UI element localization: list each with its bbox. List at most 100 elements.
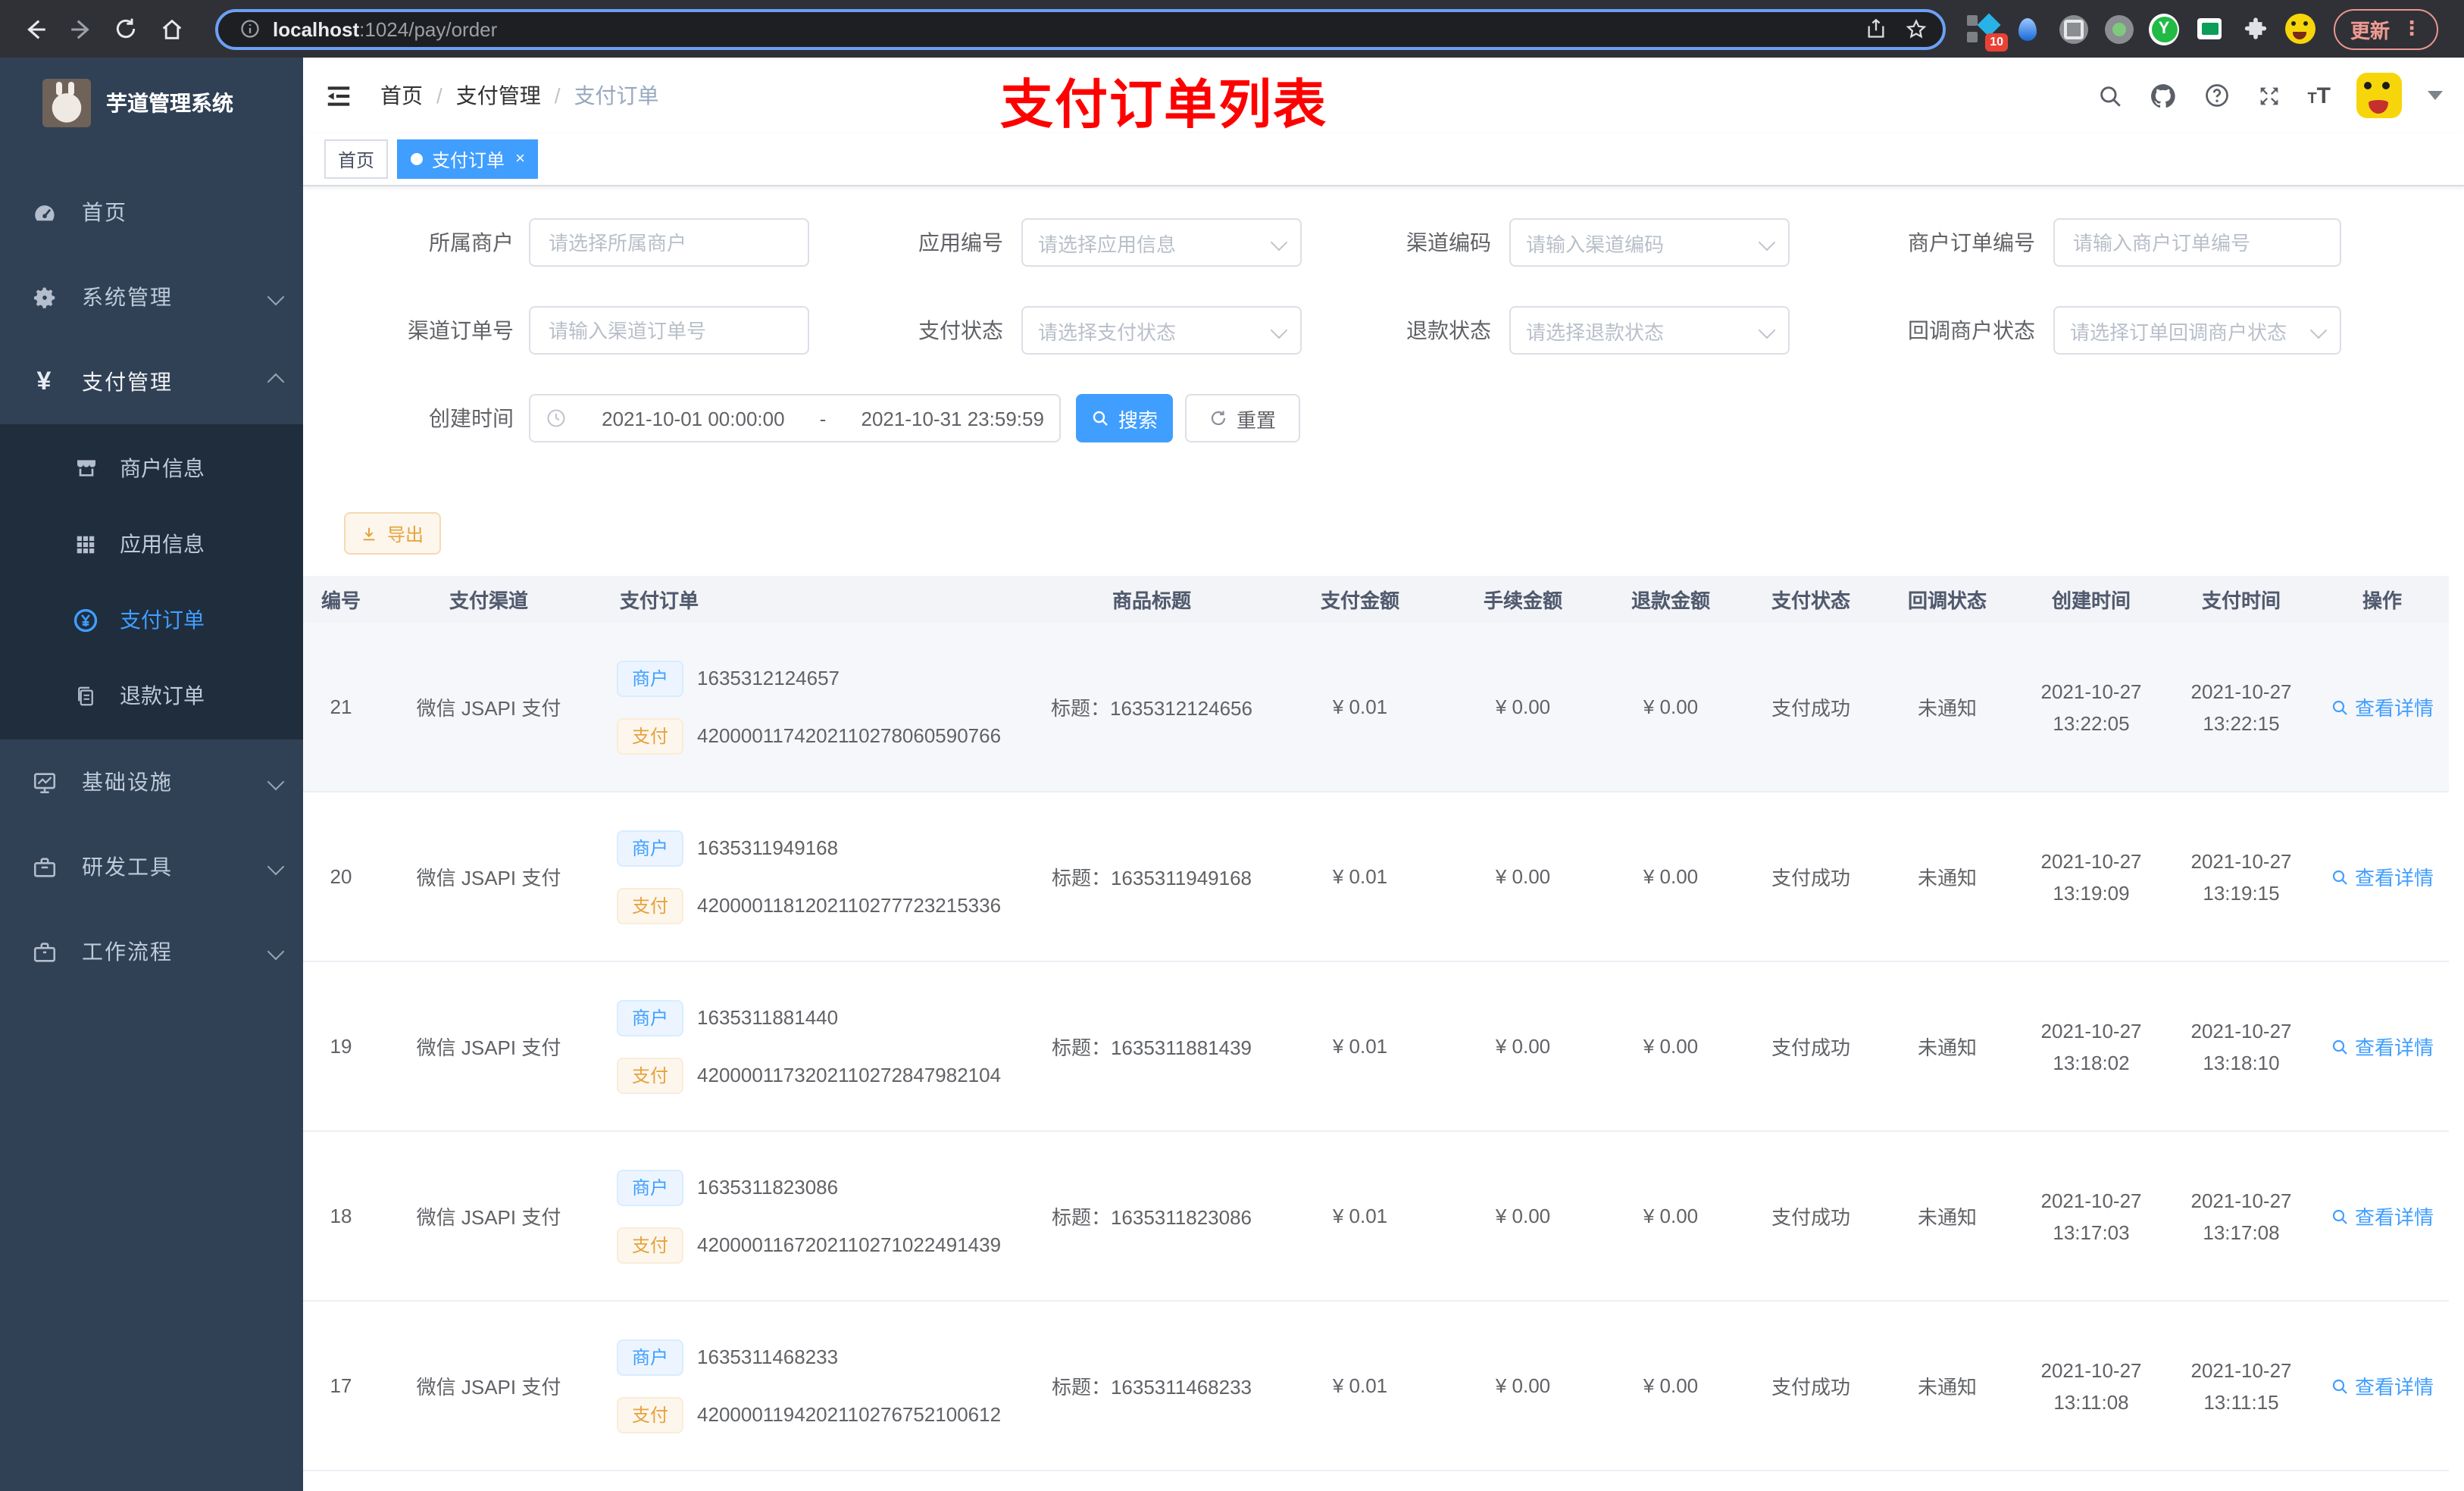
merchant-input-field[interactable] <box>546 230 793 255</box>
sidebar-item-infrastructure[interactable]: 基础设施 <box>0 739 303 824</box>
avatar[interactable] <box>2356 73 2402 118</box>
cell-action <box>2315 1471 2449 1491</box>
col-header-id: 编号 <box>303 576 379 623</box>
extension-y-icon[interactable]: Y <box>2149 13 2179 45</box>
url-bar[interactable]: localhost :1024/pay/order <box>215 8 1946 49</box>
sidebar-item-workflow[interactable]: 工作流程 <box>0 909 303 994</box>
channel-order-no-input[interactable] <box>529 306 809 355</box>
extension-record-icon[interactable] <box>2103 14 2134 44</box>
help-icon[interactable] <box>2203 82 2230 109</box>
cell-fee: ¥ 0.00 <box>1447 961 1599 1132</box>
app-logo-row[interactable]: 芋道管理系统 <box>0 58 303 148</box>
extension-command-icon[interactable] <box>2058 14 2088 44</box>
app-select[interactable]: 请选择应用信息 <box>1021 218 1302 267</box>
merchant-order-no-field[interactable] <box>2070 230 2325 255</box>
tab-pay-order[interactable]: 支付订单 × <box>397 139 539 179</box>
breadcrumb-payment[interactable]: 支付管理 <box>456 80 541 111</box>
cell-paid: 2021-10-27 13:22:15 <box>2167 623 2315 792</box>
extension-emoji-icon[interactable] <box>2285 14 2315 44</box>
content: 所属商户 应用编号 请选择应用信息 渠道编码 请输入渠道编码 商户订单编号 <box>303 218 2464 1491</box>
browser-update-button[interactable]: 更新 ⋮ <box>2334 8 2439 49</box>
forward-icon[interactable] <box>58 6 103 52</box>
select-placeholder: 请选择订单回调商户状态 <box>2070 320 2287 343</box>
sidebar-item-app-info[interactable]: 应用信息 <box>0 506 303 582</box>
view-detail-link[interactable]: 查看详情 <box>2331 1202 2434 1230</box>
sidebar-item-merchant-info[interactable]: 商户信息 <box>0 430 303 506</box>
cell-refund: ¥ 0.00 <box>1599 1131 1743 1302</box>
sidebar-fold-icon[interactable] <box>324 81 353 110</box>
merchant-order-no-input[interactable] <box>2053 218 2341 267</box>
merchant-tag: 商户 <box>617 999 684 1036</box>
download-icon <box>361 525 378 542</box>
toolbox-icon <box>30 853 58 880</box>
sidebar-item-home[interactable]: 首页 <box>0 170 303 255</box>
bookmark-star-icon[interactable] <box>1905 17 1928 40</box>
filter-label-pay-status: 支付状态 <box>918 318 1003 342</box>
cell-title: 标题：1635311949168 <box>1030 792 1273 962</box>
search-icon[interactable] <box>2097 83 2122 108</box>
channel-order-no-field[interactable] <box>546 317 793 343</box>
browser-toolbar: localhost :1024/pay/order 10 Y 更新 ⋮ <box>0 0 2464 58</box>
screen: localhost :1024/pay/order 10 Y 更新 ⋮ 芋道管理… <box>0 0 2464 1491</box>
col-header-channel: 支付渠道 <box>379 576 599 623</box>
view-detail-link[interactable]: 查看详情 <box>2331 862 2434 891</box>
col-header-created: 创建时间 <box>2015 576 2167 623</box>
created-time: 13:22:05 <box>2053 711 2130 734</box>
extension-area: 10 Y <box>1967 13 2315 52</box>
url-path: :1024/pay/order <box>359 17 498 40</box>
avatar-caret-icon[interactable] <box>2428 91 2443 100</box>
browser-menu-icon[interactable]: ⋮ <box>2402 17 2422 41</box>
view-detail-link[interactable]: 查看详情 <box>2331 1371 2434 1400</box>
col-header-title: 商品标题 <box>1030 576 1273 623</box>
tab-home[interactable]: 首页 <box>324 139 389 179</box>
extension-wallet-icon[interactable]: 10 <box>1967 13 2008 52</box>
cell-pay-order: 商户 1635311823086 支付 42000011672021102710… <box>599 1131 1030 1302</box>
cell-channel: 微信 JSAPI 支付 <box>379 1301 599 1471</box>
breadcrumb-separator: / <box>436 83 442 108</box>
share-icon[interactable] <box>1865 18 1887 39</box>
view-detail-link[interactable]: 查看详情 <box>2331 1032 2434 1061</box>
merchant-input[interactable] <box>529 218 809 267</box>
back-icon[interactable] <box>12 6 58 52</box>
fullscreen-icon[interactable] <box>2256 83 2281 108</box>
cell-status: 支付成功 <box>1743 1301 1879 1471</box>
paid-date: 2021-10-27 <box>2190 1189 2292 1211</box>
cell-pay-order: 商户 1635311254796 支付 <box>599 1471 1030 1491</box>
reset-button[interactable]: 重置 <box>1185 394 1300 442</box>
view-detail-link[interactable]: 查看详情 <box>2331 692 2434 721</box>
home-icon[interactable] <box>149 6 194 52</box>
site-info-icon[interactable] <box>239 18 261 39</box>
reload-icon[interactable] <box>103 6 149 52</box>
search-button[interactable]: 搜索 <box>1076 394 1173 442</box>
extensions-puzzle-icon[interactable] <box>2240 14 2270 44</box>
select-placeholder: 请选择退款状态 <box>1526 320 1665 343</box>
sidebar-item-pay-order[interactable]: 支付订单 <box>0 582 303 658</box>
sidebar-item-payment[interactable]: ¥ 支付管理 <box>0 339 303 424</box>
extension-chat-icon[interactable] <box>2194 14 2225 44</box>
channel-code-select[interactable]: 请输入渠道编码 <box>1509 218 1790 267</box>
extension-balloon-icon[interactable] <box>2012 14 2043 44</box>
pay-status-select[interactable]: 请选择支付状态 <box>1021 306 1302 355</box>
col-header-action: 操作 <box>2315 576 2449 623</box>
export-button[interactable]: 导出 <box>344 512 441 555</box>
date-range-input[interactable]: 2021-10-01 00:00:00 - 2021-10-31 23:59:5… <box>529 394 1061 442</box>
cell-title: 标题：1635312124656 <box>1030 623 1273 792</box>
cell-notify: 未通知 <box>1879 1131 2015 1302</box>
col-header-fee: 手续金额 <box>1447 576 1599 623</box>
cell-status: 支付成功 <box>1743 623 1879 792</box>
font-size-icon[interactable]: TT <box>2307 83 2331 108</box>
notify-status-select[interactable]: 请选择订单回调商户状态 <box>2053 306 2341 355</box>
cell-channel: 微信 JSAPI 支付 <box>379 1131 599 1302</box>
cell-pay-order: 商户 1635312124657 支付 42000011742021102780… <box>599 623 1030 792</box>
sidebar-item-refund-order[interactable]: 退款订单 <box>0 658 303 733</box>
close-icon[interactable]: × <box>515 150 525 168</box>
sidebar-item-dev-tools[interactable]: 研发工具 <box>0 824 303 909</box>
breadcrumb-separator: / <box>554 83 561 108</box>
breadcrumb-home[interactable]: 首页 <box>380 80 423 111</box>
github-icon[interactable] <box>2148 81 2177 110</box>
refund-status-select[interactable]: 请选择退款状态 <box>1509 306 1790 355</box>
cell-created: 2021-10-27 13:17:03 <box>2015 1131 2167 1302</box>
search-icon <box>1091 409 1109 427</box>
sidebar-item-system[interactable]: 系统管理 <box>0 255 303 339</box>
view-detail-label: 查看详情 <box>2354 867 2434 889</box>
